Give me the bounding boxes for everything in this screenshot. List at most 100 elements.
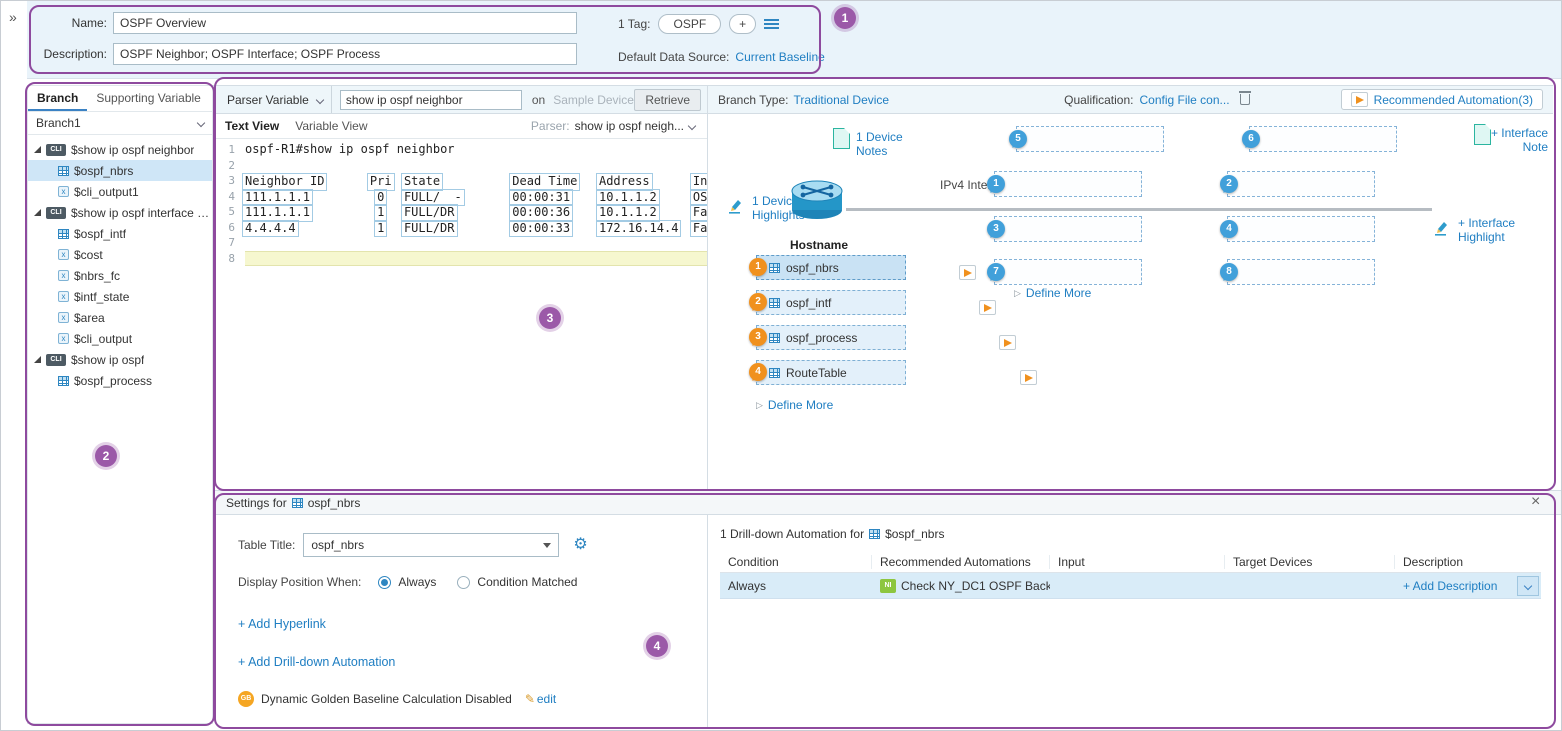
define-more-tables-link[interactable]: Define More [756, 398, 833, 412]
tag-pill[interactable]: OSPF [658, 14, 721, 34]
parser-select[interactable]: Parser: show ip ospf neigh... [531, 119, 695, 133]
collapse-sidebar-button[interactable]: » [9, 9, 17, 25]
define-more-interfaces-link[interactable]: Define More [1014, 286, 1091, 300]
description-input[interactable] [113, 43, 577, 65]
tree-item-table[interactable]: $ospf_process [28, 370, 212, 391]
table-chip-label: ospf_nbrs [786, 261, 839, 275]
tree-item-variable[interactable]: $area [28, 307, 212, 328]
tree-item-label: $intf_state [74, 290, 129, 304]
radio-condition-matched[interactable] [457, 576, 470, 589]
interface-pin[interactable]: 5 [1009, 130, 1027, 148]
tree-item-cli[interactable]: $show ip ospf interface bri... [28, 202, 212, 223]
tree-item-variable[interactable]: $cli_output [28, 328, 212, 349]
interface-slot[interactable]: 5 [1016, 126, 1164, 152]
radio-always[interactable] [378, 576, 391, 589]
ni-automation-icon [880, 579, 896, 593]
interface-pin[interactable]: 1 [987, 175, 1005, 193]
interface-highlight-link[interactable]: + Interface Highlight [1458, 216, 1530, 244]
sidebar-tabs: Branch Supporting Variable [28, 86, 212, 112]
tree-item-table[interactable]: $ospf_intf [28, 223, 212, 244]
interface-slot[interactable]: 1 [994, 171, 1142, 197]
drilldown-table-row[interactable]: Always Check NY_DC1 OSPF Backbone + Add … [720, 573, 1541, 599]
table-icon [292, 498, 303, 508]
interface-slot[interactable]: 3 [994, 216, 1142, 242]
device-notes-link[interactable]: 1 Device Notes [856, 130, 912, 158]
branch-tree: $show ip ospf neighbor $ospf_nbrs $cli_o… [28, 135, 212, 391]
branch-type-link[interactable]: Traditional Device [794, 93, 890, 107]
text-editor[interactable]: 1ospf-R1#show ip ospf neighbor 2 3Neighb… [213, 139, 707, 266]
table-chip-ospf-intf[interactable]: 2ospf_intf [756, 290, 906, 315]
interface-slot[interactable]: 7 [994, 259, 1142, 285]
table-chip-ospf-process[interactable]: 3ospf_process [756, 325, 906, 350]
close-icon[interactable] [1531, 493, 1547, 509]
table-chip-routetable[interactable]: 4RouteTable [756, 360, 906, 385]
table-icon [58, 376, 69, 386]
drilldown-table: Condition Recommended Automations Input … [720, 551, 1541, 599]
interface-note-link[interactable]: + Interface Note [1476, 126, 1548, 154]
retrieve-button[interactable]: Retrieve [634, 89, 701, 111]
interface-pin[interactable]: 8 [1220, 263, 1238, 281]
automation-icon[interactable] [1020, 370, 1037, 385]
parser-variable-dropdown[interactable]: Parser Variable [219, 86, 332, 113]
add-hyperlink-link[interactable]: + Add Hyperlink [238, 617, 326, 631]
sample-device-field[interactable]: Sample Device [553, 93, 634, 107]
recommended-automation-button[interactable]: Recommended Automation(3) [1341, 89, 1543, 110]
tab-variable-view[interactable]: Variable View [295, 119, 367, 133]
tree-item-variable[interactable]: $cli_output1 [28, 181, 212, 202]
interface-pin[interactable]: 7 [987, 263, 1005, 281]
name-input[interactable] [113, 12, 577, 34]
tree-item-cli[interactable]: $show ip ospf neighbor [28, 139, 212, 160]
interface-slot[interactable]: 6 [1249, 126, 1397, 152]
interface-line [846, 208, 1432, 211]
add-drilldown-automation-link[interactable]: + Add Drill-down Automation [238, 655, 395, 669]
tree-item-label: $show ip ospf interface bri... [71, 206, 212, 220]
data-source-link[interactable]: Current Baseline [735, 50, 824, 64]
tree-item-cli[interactable]: $show ip ospf [28, 349, 212, 370]
tab-supporting-variable[interactable]: Supporting Variable [87, 86, 210, 111]
branch-selector[interactable]: Branch1 [28, 112, 212, 135]
interface-slot[interactable]: 8 [1227, 259, 1375, 285]
editor-line: 1ospf-R1#show ip ospf neighbor [213, 142, 707, 158]
editor-line-data-row: 5111.1.1.11FULL/DR00:00:3610.1.1.2Fa [213, 204, 707, 220]
interface-slot[interactable]: 2 [1227, 171, 1375, 197]
add-description-link[interactable]: + Add Description [1403, 579, 1497, 593]
gear-icon[interactable] [573, 537, 587, 553]
tab-branch[interactable]: Branch [28, 86, 87, 111]
trash-icon[interactable] [1240, 94, 1250, 105]
table-chip-ospf-nbrs[interactable]: 1ospf_nbrs [756, 255, 906, 280]
interface-slot[interactable]: 4 [1227, 216, 1375, 242]
table-title-select[interactable]: ospf_nbrs [303, 533, 559, 557]
annotation-badge-4: 4 [646, 635, 668, 657]
table-pin: 2 [749, 293, 767, 311]
variable-icon [58, 312, 69, 323]
interface-pin[interactable]: 6 [1242, 130, 1260, 148]
settings-header: Settings for ospf_nbrs [213, 490, 1562, 515]
parser-panel: Parser Variable on Sample Device Retriev… [213, 85, 708, 490]
command-input[interactable] [340, 90, 522, 110]
interface-pin[interactable]: 2 [1220, 175, 1238, 193]
interface-pin[interactable]: 3 [987, 220, 1005, 238]
expand-arrow-icon [34, 356, 41, 363]
row-expand-button[interactable] [1517, 576, 1539, 596]
parser-label: Parser: [531, 119, 570, 133]
condition-cell: Always [720, 579, 872, 593]
qualification-link[interactable]: Config File con... [1139, 93, 1229, 107]
tag-list-icon[interactable] [764, 18, 779, 30]
tab-text-view[interactable]: Text View [225, 119, 279, 133]
automation-icon[interactable] [979, 300, 996, 315]
tree-item-variable[interactable]: $nbrs_fc [28, 265, 212, 286]
interface-pin[interactable]: 4 [1220, 220, 1238, 238]
add-tag-button[interactable]: + [729, 14, 756, 34]
golden-baseline-text: Dynamic Golden Baseline Calculation Disa… [261, 692, 512, 706]
router-icon[interactable] [788, 176, 846, 225]
tree-item-variable[interactable]: $intf_state [28, 286, 212, 307]
drilldown-title: 1 Drill-down Automation for $ospf_nbrs [720, 527, 944, 541]
branch-sidebar: Branch Supporting Variable Branch1 $show… [27, 85, 213, 724]
tree-item-label: $ospf_nbrs [74, 164, 133, 178]
automation-icon[interactable] [999, 335, 1016, 350]
automation-icon[interactable] [959, 265, 976, 280]
tree-item-variable[interactable]: $cost [28, 244, 212, 265]
automation-name: Check NY_DC1 OSPF Backbone [901, 579, 1050, 593]
edit-link[interactable]: edit [537, 692, 556, 706]
tree-item-table[interactable]: $ospf_nbrs [28, 160, 212, 181]
